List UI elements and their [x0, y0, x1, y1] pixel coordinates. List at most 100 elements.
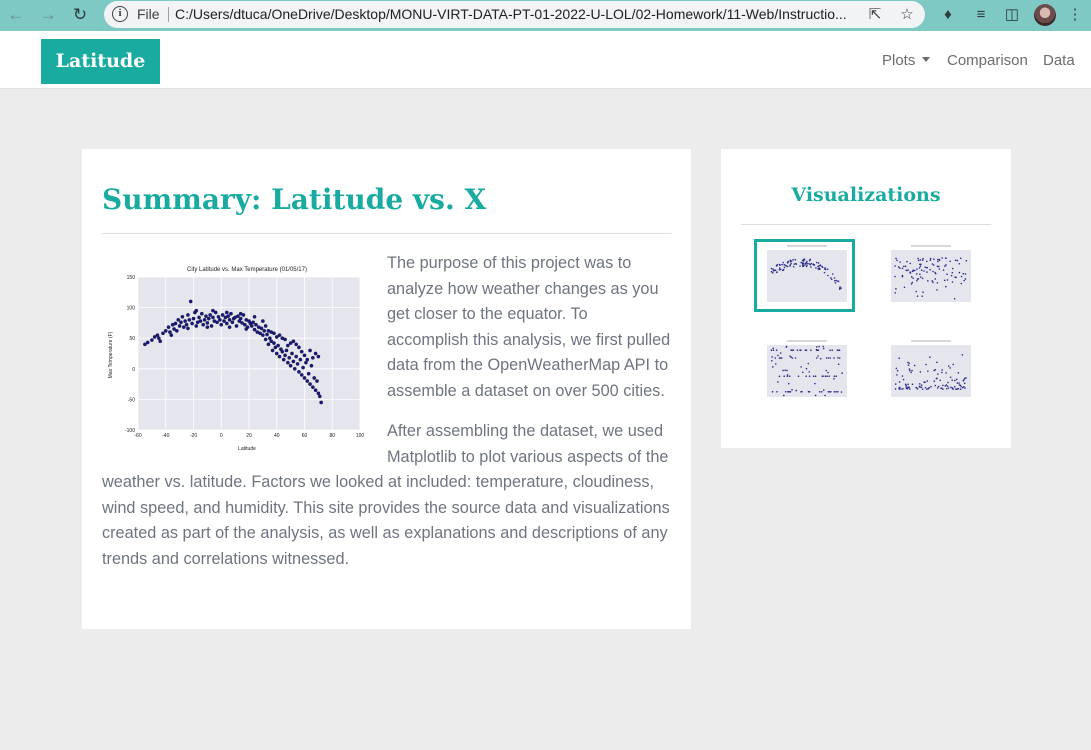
thumb-data-point — [897, 266, 900, 268]
data-point — [263, 324, 268, 328]
data-point — [157, 336, 161, 341]
thumb-data-point — [803, 258, 806, 260]
thumb-data-point — [919, 273, 921, 275]
thumb-data-point — [956, 382, 959, 384]
thumb-data-point — [826, 375, 828, 377]
thumb-data-point — [961, 353, 964, 356]
nav-comparison-link[interactable]: Comparison — [947, 52, 1028, 69]
thumb-data-point — [829, 349, 831, 351]
thumb-data-point — [807, 362, 810, 365]
data-point — [161, 331, 165, 336]
data-point — [236, 314, 240, 318]
brand-logo[interactable]: Latitude — [41, 39, 160, 84]
thumb-data-point — [782, 369, 784, 372]
thumb-data-point — [814, 375, 817, 377]
thumb-data-point — [960, 282, 963, 285]
thumb-data-point — [945, 387, 948, 390]
thumb-data-point — [908, 368, 911, 370]
thumb-data-point — [783, 375, 785, 377]
thumb-data-point — [833, 279, 836, 282]
thumb-data-point — [770, 349, 773, 351]
site-navbar: Latitude Plots Comparison Data — [0, 31, 1091, 89]
thumb-data-point — [946, 385, 949, 387]
data-point — [187, 318, 192, 322]
data-point — [219, 322, 224, 327]
thumb-data-point — [801, 263, 804, 265]
back-arrow-icon[interactable]: ← — [5, 4, 27, 26]
profile-avatar[interactable] — [1034, 4, 1056, 26]
data-point — [225, 321, 229, 326]
thumb-data-point — [775, 265, 778, 267]
thumb-data-point — [956, 259, 959, 262]
thumb-data-point — [951, 271, 954, 274]
thumb-data-point — [931, 280, 933, 282]
thumb-data-point — [771, 272, 774, 274]
thumb-data-point — [917, 259, 920, 262]
data-point — [204, 314, 208, 318]
forward-arrow-icon[interactable]: → — [37, 4, 59, 26]
thumb-data-point — [827, 371, 829, 374]
thumb-max-temperature[interactable] — [754, 239, 855, 312]
thumb-data-point — [911, 281, 914, 284]
thumb-data-point — [814, 382, 816, 385]
thumb-data-point — [943, 279, 946, 282]
thumb-data-point — [895, 257, 897, 260]
share-icon[interactable]: ⇱ — [865, 5, 885, 25]
thumb-data-point — [819, 357, 822, 360]
thumb-cloudiness[interactable] — [757, 337, 852, 404]
thumb-data-point — [906, 260, 908, 263]
data-point — [311, 385, 315, 389]
data-point — [259, 326, 264, 331]
thumb-data-point — [913, 364, 916, 367]
thumb-data-point — [904, 383, 907, 386]
thumb-data-point — [779, 268, 782, 271]
thumb-data-point — [907, 383, 909, 386]
url-text[interactable]: C:/Users/dtuca/OneDrive/Desktop/MONU-VIR… — [175, 6, 865, 22]
thumb-data-point — [787, 391, 790, 393]
thumb-data-point — [910, 283, 913, 285]
data-point — [280, 349, 285, 354]
thumb-data-point — [912, 269, 915, 271]
data-point — [200, 311, 204, 316]
data-point — [184, 322, 189, 327]
thumb-data-point — [963, 382, 966, 385]
thumb-data-point — [900, 388, 902, 390]
thumb-data-point — [946, 273, 948, 276]
data-point — [252, 327, 257, 332]
data-point — [272, 341, 276, 345]
thumb-data-point — [802, 371, 804, 374]
data-point — [155, 333, 160, 337]
side-panel-icon[interactable]: ◫ — [1001, 4, 1023, 26]
data-point — [145, 340, 150, 345]
thumb-data-point — [938, 268, 941, 270]
thumb-data-point — [783, 263, 786, 266]
thumb-data-point — [924, 266, 926, 268]
thumb-data-point — [933, 369, 935, 372]
data-point — [254, 322, 258, 327]
data-point — [226, 314, 230, 318]
thumb-data-point — [776, 271, 778, 273]
more-menu-icon[interactable]: ⋮ — [1064, 4, 1086, 26]
reload-icon[interactable]: ↻ — [69, 4, 91, 26]
nav-plots-dropdown[interactable]: Plots — [882, 52, 931, 69]
thumb-data-point — [923, 270, 925, 272]
thumb-data-point — [829, 277, 832, 279]
thumb-data-point — [772, 268, 774, 271]
thumb-data-point — [805, 367, 808, 370]
data-point — [286, 360, 290, 365]
thumb-data-point — [929, 259, 932, 262]
thumb-data-point — [921, 388, 924, 390]
thumb-data-point — [905, 386, 907, 388]
star-icon[interactable]: ☆ — [897, 5, 917, 25]
thumb-data-point — [818, 345, 820, 348]
thumb-data-point — [920, 269, 923, 272]
reading-list-icon[interactable]: ≡ — [970, 4, 992, 26]
address-bar[interactable]: i File C:/Users/dtuca/OneDrive/Desktop/M… — [104, 1, 925, 28]
thumb-data-point — [808, 375, 811, 377]
nav-data-link[interactable]: Data — [1043, 52, 1075, 69]
thumb-humidity[interactable] — [881, 242, 976, 309]
thumb-wind-speed[interactable] — [881, 337, 976, 404]
info-icon[interactable]: i — [112, 6, 128, 22]
extensions-icon[interactable]: ♦ — [937, 4, 959, 26]
thumb-data-point — [824, 267, 826, 269]
